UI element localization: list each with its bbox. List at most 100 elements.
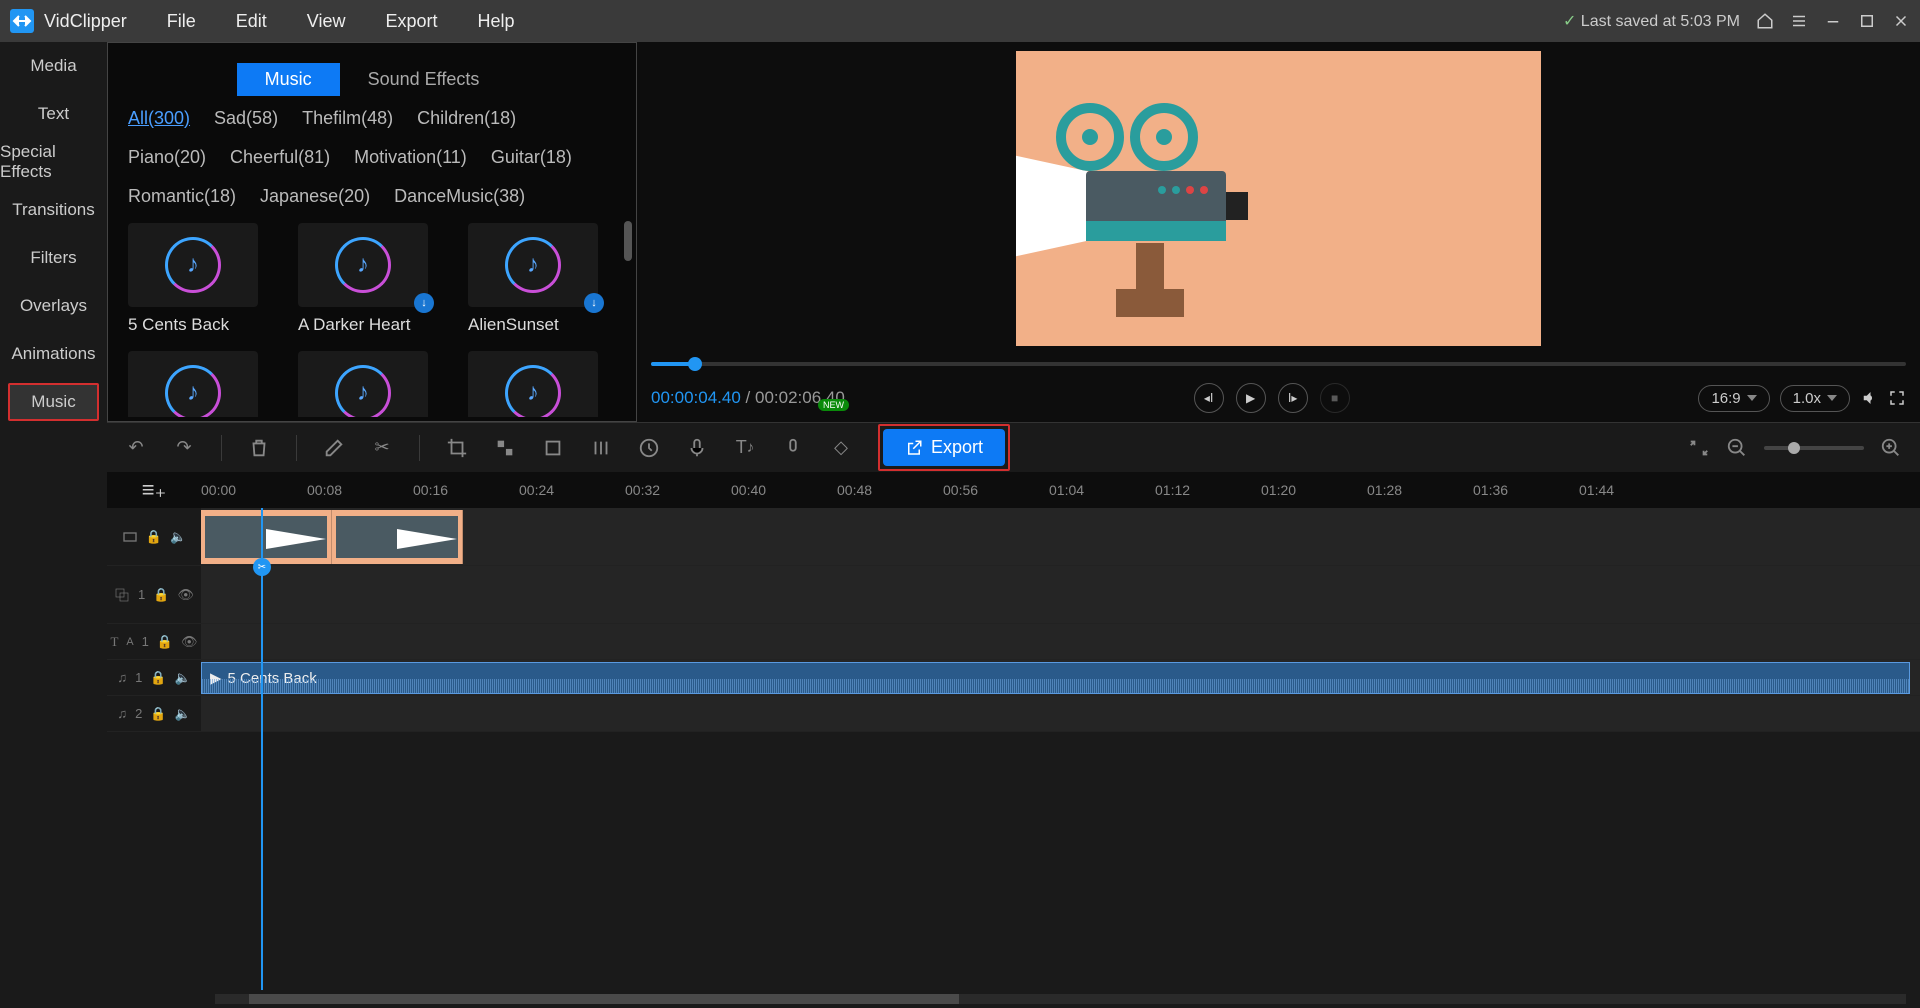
undo-icon[interactable]: ↶ (125, 437, 147, 459)
next-frame-button[interactable]: Ⅰ▸ (1278, 383, 1308, 413)
lock-icon[interactable]: 🔒 (150, 670, 166, 686)
timeline-horizontal-scrollbar[interactable] (107, 990, 1920, 1008)
music-item-2[interactable]: ♪↓ A Darker Heart (298, 223, 428, 335)
track-options-icon[interactable]: ≡₊ (142, 477, 166, 503)
overlay-track-header[interactable]: 1 🔒 👁 (107, 566, 201, 624)
play-button[interactable]: ▶ (1236, 383, 1266, 413)
prev-frame-button[interactable]: ◂Ⅰ (1194, 383, 1224, 413)
export-button[interactable]: Export (883, 429, 1005, 466)
menu-export[interactable]: Export (385, 11, 437, 32)
close-icon[interactable] (1892, 12, 1910, 30)
projector-reel-icon (1056, 103, 1124, 171)
sidebar-item-music[interactable]: Music (8, 383, 99, 421)
text-track-header[interactable]: TA 1 🔒 👁 (107, 624, 201, 660)
download-icon[interactable]: ↓ (414, 293, 434, 313)
duration-icon[interactable] (638, 437, 660, 459)
music-item-4[interactable]: ♪↓ (128, 351, 258, 417)
fit-icon[interactable] (1688, 437, 1710, 459)
preview-scrubber[interactable] (637, 354, 1920, 374)
category-japanese[interactable]: Japanese(20) (260, 186, 370, 207)
video-clip[interactable] (201, 510, 463, 564)
text-track[interactable] (201, 624, 1920, 660)
lock-icon[interactable]: 🔒 (150, 706, 166, 722)
lock-icon[interactable]: 🔒 (153, 587, 169, 603)
music-item-1[interactable]: ♪ 5 Cents Back (128, 223, 258, 335)
freeze-icon[interactable] (542, 437, 564, 459)
visibility-icon[interactable]: 👁 (177, 587, 194, 603)
sidebar-item-special-effects[interactable]: Special Effects (0, 138, 107, 186)
zoom-out-icon[interactable] (1726, 437, 1748, 459)
volume-icon[interactable] (1860, 389, 1878, 407)
mute-icon[interactable]: 🔈 (174, 670, 190, 686)
category-sad[interactable]: Sad(58) (214, 108, 278, 129)
favorite-icon[interactable]: ◇NEW (830, 437, 852, 459)
split-icon[interactable]: ✂ (371, 437, 393, 459)
home-icon[interactable] (1756, 12, 1774, 30)
category-dancemusic[interactable]: DanceMusic(38) (394, 186, 525, 207)
scrub-handle[interactable] (688, 357, 702, 371)
mic-icon[interactable] (686, 437, 708, 459)
category-motivation[interactable]: Motivation(11) (354, 147, 467, 168)
menu-edit[interactable]: Edit (236, 11, 267, 32)
mute-icon[interactable]: 🔈 (174, 706, 190, 722)
music-item-3[interactable]: ♪↓ AlienSunset (468, 223, 598, 335)
speed-button[interactable]: 1.0x (1780, 385, 1850, 412)
playhead[interactable]: ✂ (261, 508, 263, 990)
category-guitar[interactable]: Guitar(18) (491, 147, 572, 168)
lock-icon[interactable]: 🔒 (157, 634, 173, 650)
visibility-icon[interactable]: 👁 (181, 634, 198, 650)
delete-icon[interactable] (248, 437, 270, 459)
mute-icon[interactable]: 🔈 (170, 529, 186, 545)
minimize-icon[interactable] (1824, 12, 1842, 30)
audio-track-2[interactable] (201, 696, 1920, 732)
sidebar-item-animations[interactable]: Animations (0, 330, 107, 378)
sidebar-item-transitions[interactable]: Transitions (0, 186, 107, 234)
media-tab-music[interactable]: Music (237, 63, 340, 96)
tracks[interactable]: ✂ ▶ 5 Cents Back (201, 508, 1920, 990)
mosaic-icon[interactable] (494, 437, 516, 459)
video-track-header[interactable]: 🔒 🔈 (107, 508, 201, 566)
aspect-button[interactable]: 16:9 (1698, 385, 1769, 412)
crop-icon[interactable] (446, 437, 468, 459)
columns-icon[interactable] (590, 437, 612, 459)
sidebar-item-media[interactable]: Media (0, 42, 107, 90)
menu-icon[interactable] (1790, 12, 1808, 30)
sidebar-item-filters[interactable]: Filters (0, 234, 107, 282)
lock-icon[interactable]: 🔒 (146, 529, 162, 545)
voice-icon[interactable] (782, 437, 804, 459)
redo-icon[interactable]: ↷ (173, 437, 195, 459)
category-cheerful[interactable]: Cheerful(81) (230, 147, 330, 168)
menu-help[interactable]: Help (478, 11, 515, 32)
fullscreen-icon[interactable] (1888, 389, 1906, 407)
menu-file[interactable]: File (167, 11, 196, 32)
media-panel: Music Sound Effects All(300) Sad(58) The… (107, 42, 637, 422)
media-tab-sound-effects[interactable]: Sound Effects (340, 63, 508, 96)
text-to-speech-icon[interactable]: T♪ (734, 437, 756, 459)
download-icon[interactable]: ↓ (584, 293, 604, 313)
time-ruler[interactable]: 00:0000:0800:1600:2400:3200:4000:4800:56… (201, 472, 1920, 508)
maximize-icon[interactable] (1858, 12, 1876, 30)
media-scrollbar[interactable] (624, 221, 632, 261)
audio-clip[interactable]: ▶ 5 Cents Back (201, 662, 1910, 694)
audio-track-1[interactable]: ▶ 5 Cents Back (201, 660, 1920, 696)
overlay-track[interactable] (201, 566, 1920, 624)
titlebar: VidClipper File Edit View Export Help ✓ … (0, 0, 1920, 42)
zoom-in-icon[interactable] (1880, 437, 1902, 459)
category-romantic[interactable]: Romantic(18) (128, 186, 236, 207)
playhead-split-icon[interactable]: ✂ (253, 558, 271, 576)
music-item-6[interactable]: ♪↓ (468, 351, 598, 417)
zoom-slider[interactable] (1764, 446, 1864, 450)
stop-button[interactable]: ■ (1320, 383, 1350, 413)
music-item-5[interactable]: ♪↓ (298, 351, 428, 417)
sidebar-item-overlays[interactable]: Overlays (0, 282, 107, 330)
category-all[interactable]: All(300) (128, 108, 190, 129)
category-piano[interactable]: Piano(20) (128, 147, 206, 168)
edit-icon[interactable] (323, 437, 345, 459)
video-track[interactable] (201, 508, 1920, 566)
menu-view[interactable]: View (307, 11, 346, 32)
sidebar-item-text[interactable]: Text (0, 90, 107, 138)
category-children[interactable]: Children(18) (417, 108, 516, 129)
category-thefilm[interactable]: Thefilm(48) (302, 108, 393, 129)
audio-track-2-header[interactable]: ♫ 2 🔒 🔈 (107, 696, 201, 732)
audio-track-1-header[interactable]: ♫ 1 🔒 🔈 (107, 660, 201, 696)
